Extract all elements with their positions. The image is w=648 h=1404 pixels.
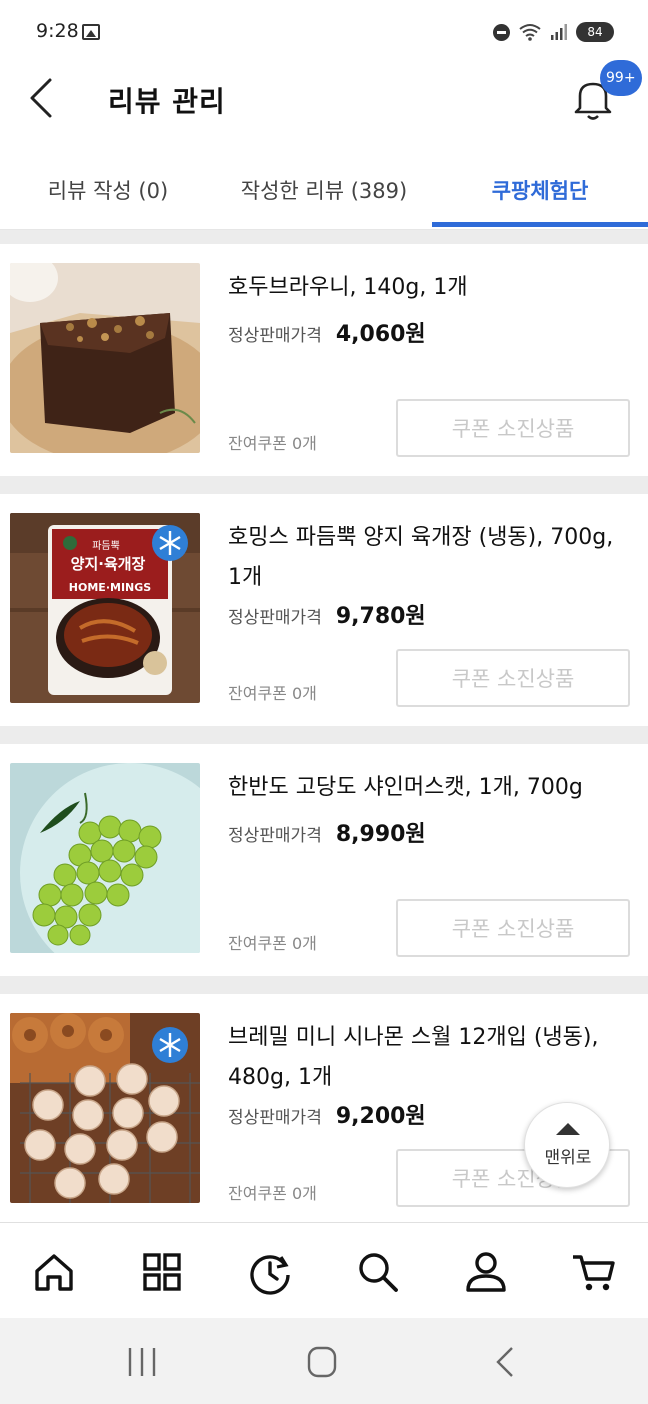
signal-icon xyxy=(551,24,567,40)
notification-count-badge: 99+ xyxy=(600,60,642,96)
active-tab-indicator xyxy=(432,222,648,227)
battery-indicator: 84 xyxy=(576,22,614,42)
system-navigation xyxy=(0,1318,648,1404)
app-header: 리뷰 관리 xyxy=(0,62,648,140)
cart-icon xyxy=(573,1255,615,1291)
coupon-remaining: 잔여쿠폰 0개 xyxy=(228,684,317,703)
coupon-soldout-button[interactable]: 쿠폰 소진상품 xyxy=(396,649,630,707)
nav-cart[interactable] xyxy=(567,1245,621,1299)
back-button[interactable] xyxy=(22,76,66,120)
tab-coupang-experience[interactable]: 쿠팡체험단 xyxy=(432,152,648,228)
product-image: 파듬뿍 양지·육개장 HOME·MINGS xyxy=(10,513,200,703)
package-title: 양지·육개장 xyxy=(71,555,146,573)
scroll-to-top-button[interactable]: 맨위로 xyxy=(524,1102,610,1188)
price-value: 8,990원 xyxy=(335,822,426,847)
price-value: 9,200원 xyxy=(335,1104,426,1129)
product-list: 호두브라우니, 140g, 1개 정상판매가격 4,060원 잔여쿠폰 0개 쿠… xyxy=(0,230,648,1222)
product-image xyxy=(10,263,200,453)
tab-written-reviews[interactable]: 작성한 리뷰 (389) xyxy=(216,152,432,228)
price-row: 정상판매가격 4,060원 xyxy=(228,316,426,348)
system-back-button[interactable] xyxy=(486,1344,526,1380)
status-bar: 9:28 84 xyxy=(0,0,648,62)
price-label: 정상판매가격 xyxy=(228,1108,322,1128)
package-logo: HOME·MINGS xyxy=(69,581,151,594)
price-label: 정상판매가격 xyxy=(228,826,322,846)
coupon-remaining: 잔여쿠폰 0개 xyxy=(228,934,317,953)
gallery-notification-icon xyxy=(82,24,100,40)
user-icon xyxy=(466,1252,506,1292)
coupon-remaining: 잔여쿠폰 0개 xyxy=(228,1184,317,1203)
review-tabs: 리뷰 작성 (0) 작성한 리뷰 (389) 쿠팡체험단 xyxy=(0,152,648,230)
status-icons: 84 xyxy=(493,22,614,42)
price-value: 4,060원 xyxy=(335,322,426,347)
recent-apps-icon xyxy=(128,1348,156,1376)
price-row: 정상판매가격 9,200원 xyxy=(228,1098,426,1130)
price-row: 정상판매가격 9,780원 xyxy=(228,598,426,630)
product-name: 호밍스 파듬뿍 양지 육개장 (냉동), 700g, 1개 xyxy=(228,525,614,590)
product-name: 한반도 고당도 샤인머스캣, 1개, 700g xyxy=(228,775,583,800)
status-time: 9:28 xyxy=(36,20,79,42)
list-item: 한반도 고당도 샤인머스캣, 1개, 700g 정상판매가격 8,990원 잔여… xyxy=(0,744,648,976)
arrow-up-icon xyxy=(556,1123,580,1135)
do-not-disturb-icon xyxy=(493,23,510,41)
coupon-soldout-button[interactable]: 쿠폰 소진상품 xyxy=(396,399,630,457)
chevron-left-icon xyxy=(30,78,52,118)
product-image xyxy=(10,1013,200,1203)
bottom-navigation xyxy=(0,1222,648,1318)
history-icon xyxy=(250,1255,290,1295)
tab-write-review[interactable]: 리뷰 작성 (0) xyxy=(0,152,216,228)
recent-apps-button[interactable] xyxy=(122,1344,162,1380)
grid-icon xyxy=(143,1253,181,1291)
nav-search[interactable] xyxy=(351,1245,405,1299)
product-name: 호두브라우니, 140g, 1개 xyxy=(228,275,468,300)
package-title-small: 파듬뿍 xyxy=(92,540,120,552)
home-system-icon xyxy=(307,1346,337,1378)
price-label: 정상판매가격 xyxy=(228,608,322,628)
product-name: 브레밀 미니 시나몬 스월 12개입 (냉동), 480g, 1개 xyxy=(228,1025,599,1090)
nav-recent[interactable] xyxy=(243,1245,297,1299)
price-label: 정상판매가격 xyxy=(228,326,322,346)
nav-my-page[interactable] xyxy=(459,1245,513,1299)
search-icon xyxy=(359,1253,398,1292)
page-title: 리뷰 관리 xyxy=(108,85,226,118)
scroll-to-top-label: 맨위로 xyxy=(544,1148,592,1168)
coupon-remaining: 잔여쿠폰 0개 xyxy=(228,434,317,453)
nav-categories[interactable] xyxy=(135,1245,189,1299)
list-item: 파듬뿍 양지·육개장 HOME·MINGS 호밍스 파듬뿍 양지 육개장 (냉동… xyxy=(0,494,648,726)
home-system-button[interactable] xyxy=(302,1344,342,1380)
price-row: 정상판매가격 8,990원 xyxy=(228,816,426,848)
list-item: 호두브라우니, 140g, 1개 정상판매가격 4,060원 잔여쿠폰 0개 쿠… xyxy=(0,244,648,476)
wifi-icon xyxy=(519,24,541,41)
price-value: 9,780원 xyxy=(335,604,426,629)
back-system-icon xyxy=(496,1347,513,1377)
home-icon xyxy=(35,1254,73,1291)
nav-home[interactable] xyxy=(27,1245,81,1299)
review-management-screen: 9:28 84 리뷰 관리 99+ 리뷰 작성 (0) 작성한 리뷰 (389)… xyxy=(0,0,648,1404)
coupon-soldout-button[interactable]: 쿠폰 소진상품 xyxy=(396,899,630,957)
product-image xyxy=(10,763,200,953)
